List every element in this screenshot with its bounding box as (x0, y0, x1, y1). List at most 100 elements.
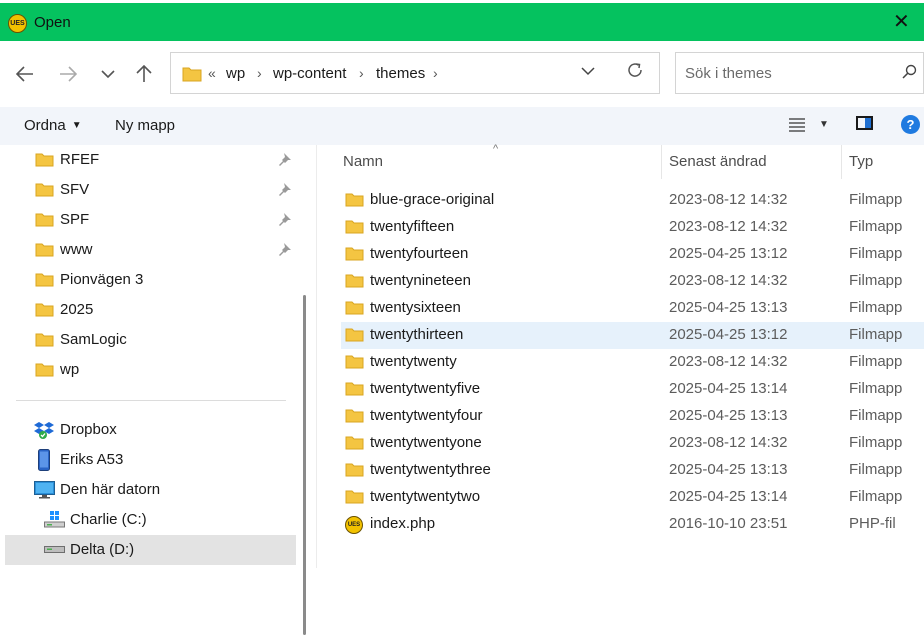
sidebar-item-samlogic[interactable]: SamLogic (0, 325, 296, 355)
file-type: Filmapp (849, 218, 903, 235)
file-name: twentytwentythree (370, 461, 491, 478)
chevron-down-icon (101, 70, 115, 79)
file-modified: 2023-08-12 14:32 (669, 218, 788, 235)
sidebar-item-delta-d[interactable]: Delta (D:) (5, 535, 296, 565)
breadcrumb-overflow[interactable]: « (208, 65, 216, 81)
breadcrumb-chevron-icon[interactable]: › (359, 65, 364, 81)
pin-icon[interactable] (279, 183, 291, 196)
file-modified: 2023-08-12 14:32 (669, 191, 788, 208)
drive-icon (44, 546, 65, 553)
file-row[interactable]: twentyfourteen 2025-04-25 13:12 Filmapp (341, 241, 924, 268)
arrow-right-icon (60, 66, 77, 82)
file-name: twentythirteen (370, 326, 464, 343)
recent-locations-button[interactable] (94, 61, 122, 87)
sidebar-item-sfv[interactable]: SFV (0, 175, 296, 205)
file-row[interactable]: twentysixteen 2025-04-25 13:13 Filmapp (341, 295, 924, 322)
dropbox-icon (34, 422, 54, 439)
file-modified: 2025-04-25 13:12 (669, 326, 788, 343)
new-folder-button[interactable]: Ny mapp (115, 117, 175, 134)
file-type: Filmapp (849, 326, 903, 343)
refresh-icon (628, 63, 642, 77)
breadcrumb-chevron-icon[interactable]: › (257, 65, 262, 81)
sidebar-item-pionvagen-3[interactable]: Pionvägen 3 (0, 265, 296, 295)
breadcrumb-wp-content[interactable]: wp-content (273, 65, 346, 82)
file-row[interactable]: twentynineteen 2023-08-12 14:32 Filmapp (341, 268, 924, 295)
breadcrumb-themes[interactable]: themes (376, 65, 425, 82)
search-input[interactable]: Sök i themes (685, 65, 772, 82)
preview-pane-icon[interactable] (856, 116, 873, 130)
file-name: twentytwentyfour (370, 407, 483, 424)
caret-down-icon: ▼ (71, 120, 82, 131)
sidebar-item-rfef[interactable]: RFEF (0, 145, 296, 175)
sidebar-item-label: Pionvägen 3 (60, 271, 144, 288)
sidebar-item-label: www (60, 241, 93, 258)
title-bar[interactable]: UES Open ✕ (0, 3, 924, 41)
file-name: twentytwentytwo (370, 488, 481, 505)
file-row[interactable]: twentytwentyfive 2025-04-25 13:14 Filmap… (341, 376, 924, 403)
navigation-bar: « wp › wp-content › themes › Sök i theme… (0, 41, 924, 107)
help-icon[interactable]: ? (901, 115, 920, 134)
sidebar-item-eriks-a53[interactable]: Eriks A53 (0, 445, 296, 475)
file-type: Filmapp (849, 353, 903, 370)
file-type: Filmapp (849, 488, 903, 505)
folder-icon (345, 328, 364, 342)
folder-icon (35, 363, 54, 377)
file-row[interactable]: twentytwentythree 2025-04-25 13:13 Filma… (341, 457, 924, 484)
organize-button[interactable]: Ordna ▼ (24, 117, 82, 134)
folder-icon (345, 382, 364, 396)
column-header-modified[interactable]: Senast ändrad (669, 153, 767, 170)
file-row-selected[interactable]: twentythirteen 2025-04-25 13:12 Filmapp (341, 322, 924, 349)
breadcrumb-wp[interactable]: wp (226, 65, 245, 82)
folder-icon (345, 301, 364, 315)
file-row[interactable]: blue-grace-original 2023-08-12 14:32 Fil… (341, 187, 924, 214)
file-name: twentyfifteen (370, 218, 455, 235)
computer-icon (34, 481, 55, 499)
file-row[interactable]: twentytwentytwo 2025-04-25 13:14 Filmapp (341, 484, 924, 511)
folder-icon (35, 153, 54, 167)
sidebar-item-den-har-datorn[interactable]: Den här datorn (0, 475, 296, 505)
pin-icon[interactable] (279, 213, 291, 226)
sidebar-item-label: Eriks A53 (60, 451, 124, 468)
details-view-icon[interactable] (789, 118, 805, 132)
search-box[interactable]: Sök i themes (675, 52, 924, 94)
sidebar-item-www[interactable]: www (0, 235, 296, 265)
file-modified: 2023-08-12 14:32 (669, 434, 788, 451)
forward-button[interactable] (54, 61, 82, 87)
file-type: Filmapp (849, 461, 903, 478)
column-separator[interactable] (661, 145, 662, 179)
file-modified: 2016-10-10 23:51 (669, 515, 788, 532)
column-separator[interactable] (841, 145, 842, 179)
file-modified: 2025-04-25 13:13 (669, 407, 788, 424)
pin-icon[interactable] (279, 243, 291, 256)
back-button[interactable] (11, 61, 39, 87)
folder-icon (35, 273, 54, 287)
sidebar-item-2025[interactable]: 2025 (0, 295, 296, 325)
sidebar-scrollbar[interactable] (303, 295, 306, 635)
sidebar-item-spf[interactable]: SPF (0, 205, 296, 235)
file-row[interactable]: twentyfifteen 2023-08-12 14:32 Filmapp (341, 214, 924, 241)
address-bar[interactable]: « wp › wp-content › themes › (170, 52, 660, 94)
column-header-name[interactable]: Namn (343, 153, 383, 170)
file-row[interactable]: twentytwentyone 2023-08-12 14:32 Filmapp (341, 430, 924, 457)
view-options-caret-icon[interactable]: ▼ (819, 119, 829, 130)
pin-icon[interactable] (279, 153, 291, 166)
column-header-type[interactable]: Typ (849, 153, 873, 170)
refresh-button[interactable] (626, 61, 644, 85)
arrow-left-icon (16, 66, 33, 82)
breadcrumb-chevron-icon[interactable]: › (433, 65, 438, 81)
file-row[interactable]: UES index.php 2016-10-10 23:51 PHP-fil (341, 511, 924, 538)
search-icon[interactable] (902, 64, 917, 79)
file-row[interactable]: twentytwenty 2023-08-12 14:32 Filmapp (341, 349, 924, 376)
sidebar-item-dropbox[interactable]: Dropbox (0, 415, 296, 445)
sidebar-item-charlie-c[interactable]: Charlie (C:) (0, 505, 296, 535)
chevron-down-icon (581, 67, 595, 76)
sidebar-item-label: wp (60, 361, 80, 378)
file-modified: 2025-04-25 13:14 (669, 380, 788, 397)
address-dropdown-button[interactable] (581, 63, 595, 79)
file-row[interactable]: twentytwentyfour 2025-04-25 13:13 Filmap… (341, 403, 924, 430)
up-button[interactable] (130, 61, 158, 87)
folder-icon (345, 355, 364, 369)
close-button[interactable]: ✕ (893, 12, 910, 32)
sidebar-item-wp[interactable]: wp (0, 355, 296, 385)
folder-icon (35, 333, 54, 347)
